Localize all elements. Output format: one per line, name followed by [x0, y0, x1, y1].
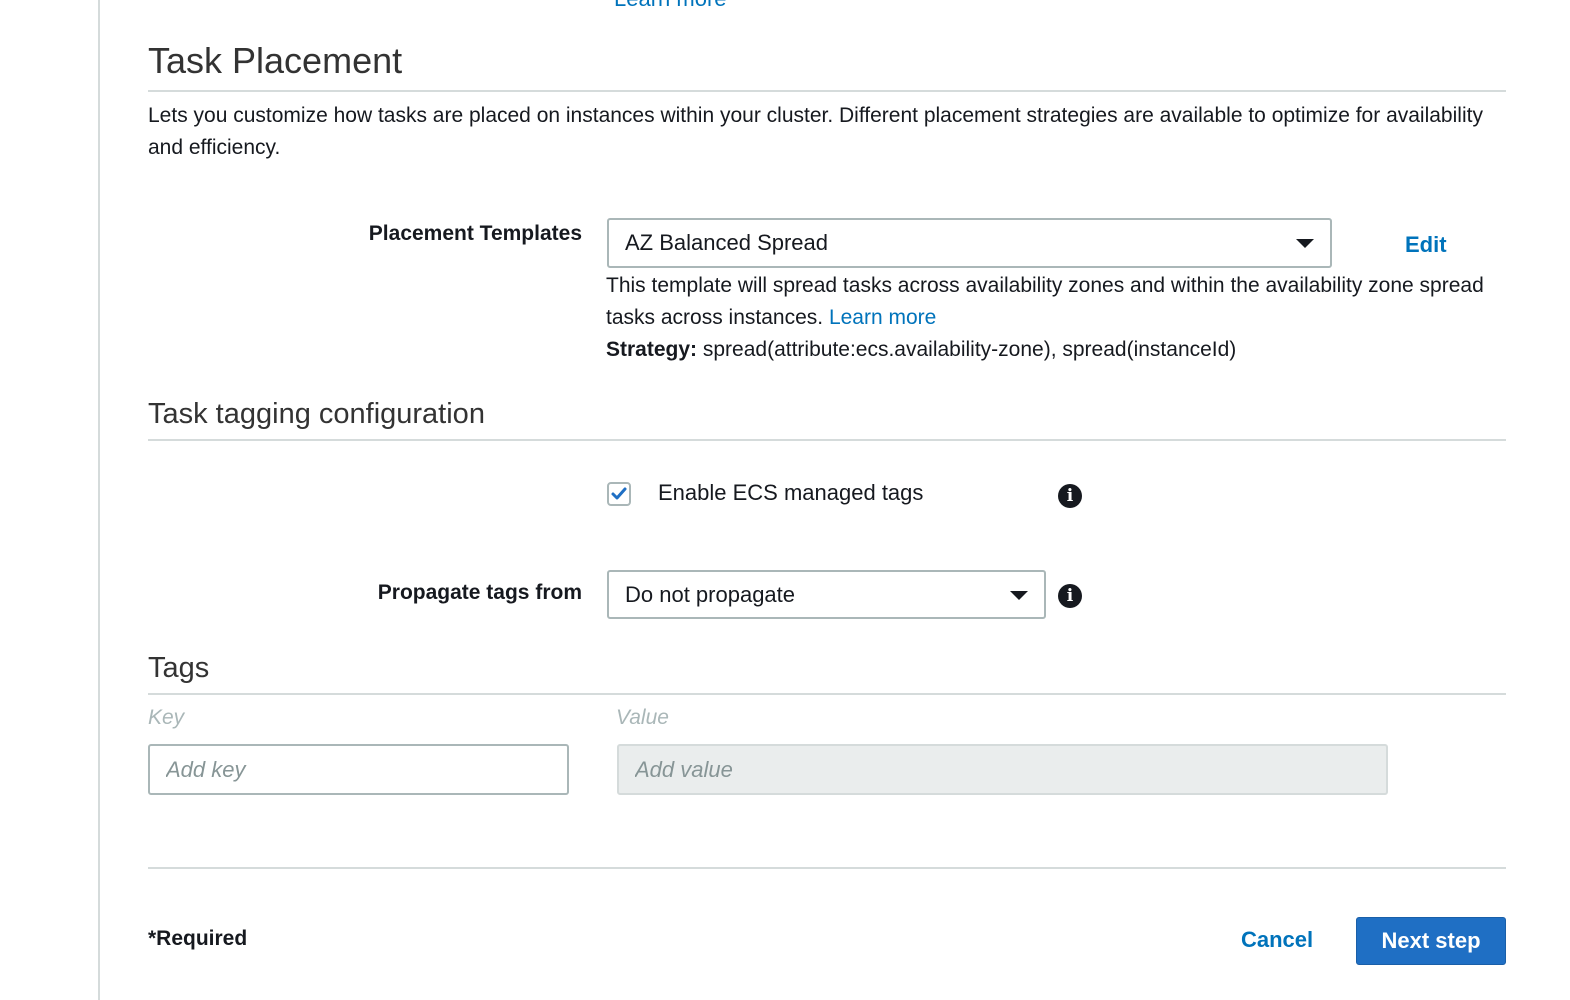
cancel-button[interactable]: Cancel	[1241, 927, 1313, 953]
left-rail-divider	[98, 0, 100, 1000]
tags-value-header: Value	[616, 706, 669, 729]
placement-template-help: This template will spread tasks across a…	[606, 270, 1506, 366]
checkmark-icon	[611, 487, 627, 500]
task-placement-title: Task Placement	[148, 40, 403, 81]
task-placement-description: Lets you customize how tasks are placed …	[148, 104, 1483, 159]
enable-ecs-tags-label[interactable]: Enable ECS managed tags	[658, 480, 923, 506]
propagate-tags-label: Propagate tags from	[377, 581, 582, 604]
placement-templates-select[interactable]: AZ Balanced Spread	[607, 218, 1332, 268]
page: Learn more Task Placement Lets you custo…	[0, 0, 1570, 1000]
tags-key-header: Key	[148, 706, 185, 729]
tag-key-input[interactable]	[148, 744, 569, 795]
tags-title: Tags	[148, 652, 210, 684]
task-tagging-divider	[148, 439, 1506, 441]
placement-learn-more-link[interactable]: Learn more	[829, 306, 936, 329]
required-note: *Required	[148, 927, 248, 950]
info-icon[interactable]: i	[1058, 584, 1082, 608]
next-step-button[interactable]: Next step	[1356, 917, 1506, 965]
footer-divider	[148, 867, 1506, 869]
tag-value-input[interactable]	[617, 744, 1388, 795]
placement-help-text: This template will spread tasks across a…	[606, 274, 1484, 329]
caret-down-icon	[1010, 590, 1028, 600]
placement-templates-label: Placement Templates	[368, 222, 582, 245]
tags-divider	[148, 693, 1506, 695]
propagate-tags-select[interactable]: Do not propagate	[607, 570, 1046, 619]
propagate-tags-value: Do not propagate	[625, 581, 796, 607]
task-tagging-title: Task tagging configuration	[148, 398, 485, 430]
task-placement-divider	[148, 90, 1506, 92]
caret-down-icon	[1296, 239, 1314, 248]
placement-templates-value: AZ Balanced Spread	[625, 230, 829, 255]
info-icon[interactable]: i	[1058, 484, 1082, 508]
strategy-label: Strategy:	[606, 338, 698, 361]
strategy-value: spread(attribute:ecs.availability-zone),…	[702, 338, 1237, 361]
enable-ecs-tags-checkbox[interactable]	[607, 482, 631, 506]
top-learn-more-link[interactable]: Learn more	[614, 0, 727, 12]
strategy-line: Strategy: spread(attribute:ecs.availabil…	[606, 334, 1506, 366]
edit-placement-link[interactable]: Edit	[1405, 232, 1447, 258]
